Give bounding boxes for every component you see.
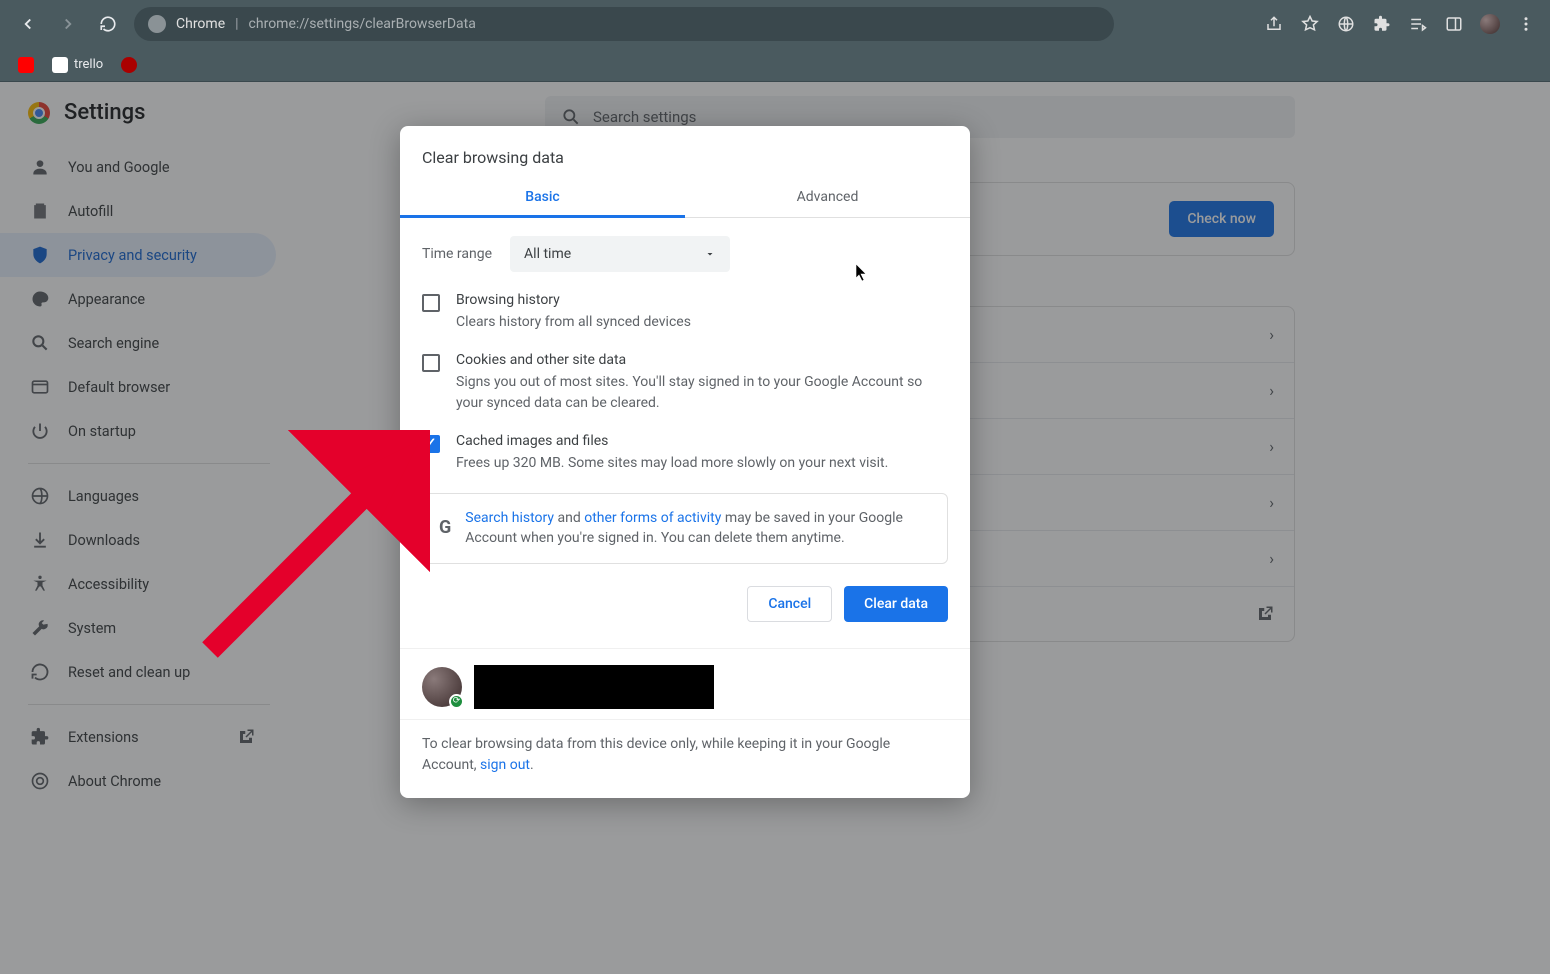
profile-avatar-icon[interactable] <box>1480 14 1500 34</box>
time-range-select[interactable]: All time <box>510 236 730 272</box>
option-cache[interactable]: Cached images and files Frees up 320 MB.… <box>422 433 948 473</box>
checkbox-cache[interactable] <box>422 435 440 453</box>
site-identity-icon <box>148 15 166 33</box>
globe-icon[interactable] <box>1336 14 1356 34</box>
option-label: Cached images and files <box>456 433 888 449</box>
link-search-history[interactable]: Search history <box>465 510 554 526</box>
forward-button[interactable] <box>54 10 82 38</box>
time-range-value: All time <box>524 246 571 262</box>
redacted-account-info <box>474 665 714 709</box>
checkbox-history[interactable] <box>422 294 440 312</box>
dialog-title: Clear browsing data <box>400 126 970 175</box>
reload-button[interactable] <box>94 10 122 38</box>
clear-data-button[interactable]: Clear data <box>844 586 948 622</box>
tab-basic[interactable]: Basic <box>400 175 685 217</box>
tab-advanced[interactable]: Advanced <box>685 175 970 217</box>
share-icon[interactable] <box>1264 14 1284 34</box>
option-description: Signs you out of most sites. You'll stay… <box>456 372 948 413</box>
cancel-button[interactable]: Cancel <box>747 586 832 622</box>
browser-toolbar: Chrome | chrome://settings/clearBrowserD… <box>0 0 1550 48</box>
link-other-activity[interactable]: other forms of activity <box>584 510 721 526</box>
back-button[interactable] <box>14 10 42 38</box>
dialog-footer: To clear browsing data from this device … <box>400 719 970 798</box>
bookmark-star-icon[interactable] <box>1300 14 1320 34</box>
url-scheme-host: Chrome <box>176 16 225 32</box>
extensions-puzzle-icon[interactable] <box>1372 14 1392 34</box>
trello-icon <box>52 57 68 73</box>
bookmark-ytmusic[interactable] <box>121 57 137 73</box>
option-description: Clears history from all synced devices <box>456 312 691 332</box>
option-label: Cookies and other site data <box>456 352 948 368</box>
checkbox-cookies[interactable] <box>422 354 440 372</box>
bookmark-youtube[interactable] <box>18 57 34 73</box>
url-path: chrome://settings/clearBrowserData <box>249 16 476 32</box>
link-sign-out[interactable]: sign out <box>480 757 530 773</box>
option-cookies[interactable]: Cookies and other site data Signs you ou… <box>422 352 948 413</box>
youtube-icon <box>18 57 34 73</box>
google-g-icon: G <box>439 515 451 541</box>
sidepanel-icon[interactable] <box>1444 14 1464 34</box>
sync-account-row <box>400 648 970 719</box>
playlist-icon[interactable] <box>1408 14 1428 34</box>
bookmark-label: trello <box>74 57 103 72</box>
bookmarks-bar: trello <box>0 48 1550 82</box>
option-description: Frees up 320 MB. Some sites may load mor… <box>456 453 888 473</box>
option-label: Browsing history <box>456 292 691 308</box>
menu-kebab-icon[interactable] <box>1516 14 1536 34</box>
option-browsing-history[interactable]: Browsing history Clears history from all… <box>422 292 948 332</box>
sync-badge-icon <box>449 694 464 709</box>
clear-browsing-data-dialog: Clear browsing data Basic Advanced Time … <box>400 126 970 798</box>
account-avatar <box>422 667 462 707</box>
info-google-activity: G Search history and other forms of acti… <box>422 493 948 564</box>
bookmark-trello[interactable]: trello <box>52 57 103 73</box>
chevron-down-icon <box>704 248 716 260</box>
dialog-tabs: Basic Advanced <box>400 175 970 218</box>
ytmusic-icon <box>121 57 137 73</box>
address-bar[interactable]: Chrome | chrome://settings/clearBrowserD… <box>134 7 1114 41</box>
time-range-label: Time range <box>422 246 492 262</box>
